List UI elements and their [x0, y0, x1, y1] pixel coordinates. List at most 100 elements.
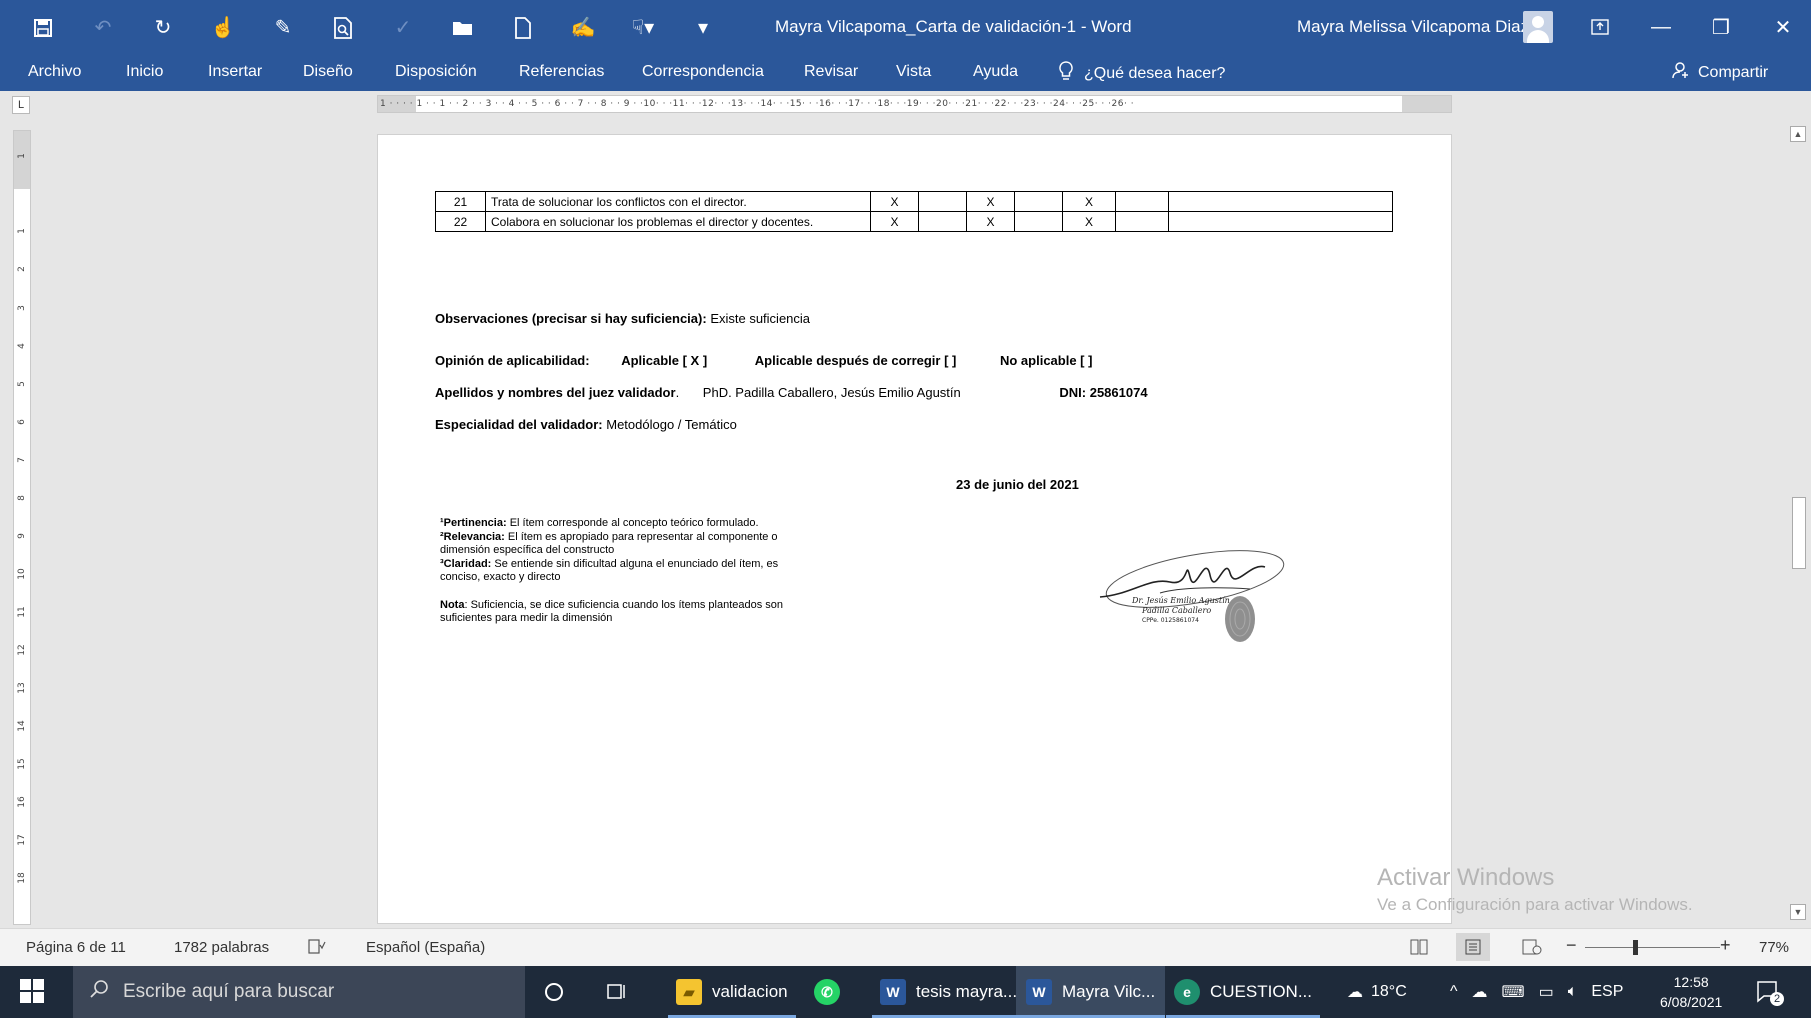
observaciones-line: Observaciones (precisar si hay suficienc… — [435, 311, 810, 326]
tab-insertar[interactable]: Insertar — [208, 63, 262, 81]
tab-disposicion[interactable]: Disposición — [395, 63, 477, 81]
language-status[interactable]: Español (España) — [366, 939, 485, 956]
whatsapp-icon[interactable]: ✆ — [814, 966, 840, 1018]
tell-me-search[interactable]: ¿Qué desea hacer? — [1058, 61, 1225, 86]
tab-inicio[interactable]: Inicio — [126, 63, 163, 81]
tab-referencias[interactable]: Referencias — [519, 63, 604, 81]
table-cell — [1014, 191, 1063, 212]
system-tray: ^ ☁ ⌨ ▭ 🔈︎ ESP — [1450, 966, 1623, 1018]
vruler-mark: 12 — [17, 644, 27, 656]
tab-vista[interactable]: Vista — [896, 63, 931, 81]
task-view-icon[interactable] — [606, 966, 628, 1018]
cortana-icon[interactable] — [543, 966, 565, 1018]
table-cell — [918, 211, 967, 232]
word-count[interactable]: 1782 palabras — [174, 939, 269, 956]
weather-widget[interactable]: ☁ 18°C — [1347, 966, 1407, 1018]
vruler-mark: 13 — [17, 682, 27, 694]
edit-document-icon[interactable]: ✍ — [570, 15, 596, 41]
vertical-scrollbar[interactable]: ▲ ▼ — [1788, 124, 1808, 924]
document-title: Mayra Vilcapoma_Carta de validación-1 - … — [775, 17, 1132, 36]
table-cell: X — [1062, 191, 1116, 212]
vruler-mark: 18 — [17, 872, 27, 884]
volume-icon[interactable]: 🔈︎ — [1568, 983, 1578, 1001]
input-method-icon[interactable]: ⌨ — [1502, 982, 1525, 1002]
edge-icon: e — [1174, 979, 1200, 1005]
tab-revisar[interactable]: Revisar — [804, 63, 858, 81]
footnotes: ¹Pertinencia: El ítem corresponde al con… — [440, 517, 800, 626]
tab-selector[interactable]: L — [12, 96, 30, 114]
user-name[interactable]: Mayra Melissa Vilcapoma Diaz — [1297, 17, 1529, 37]
vruler-mark: 1 — [17, 228, 27, 234]
tab-correspondencia[interactable]: Correspondencia — [642, 63, 764, 81]
status-bar: Página 6 de 11 1782 palabras Español (Es… — [0, 928, 1811, 966]
document-date: 23 de junio del 2021 — [956, 477, 1079, 492]
taskbar-app-tesis[interactable]: W tesis mayra... — [872, 966, 1026, 1018]
spelling-icon[interactable]: ✓ — [390, 15, 416, 41]
title-bar: ↶ ↻ ☝ ✎ ✓ ✍ ☟▾ ▾ Mayra Vilcapoma_Carta d… — [0, 0, 1811, 55]
taskbar-app-validacion[interactable]: ▰ validacion — [668, 966, 796, 1018]
scroll-down-icon[interactable]: ▼ — [1790, 904, 1806, 920]
taskbar-app-mayra[interactable]: W Mayra Vilc... — [1016, 966, 1166, 1018]
especialidad-value: Metodólogo / Temático — [606, 417, 737, 432]
taskbar-app-cuestion[interactable]: e CUESTION... — [1166, 966, 1321, 1018]
touch-mode-icon[interactable]: ☝ — [210, 15, 236, 41]
footnote-definitions: ¹Pertinencia: El ítem corresponde al con… — [440, 517, 800, 585]
close-icon[interactable]: ✕ — [1763, 10, 1803, 44]
claridad-label: ³Claridad: — [440, 557, 492, 570]
print-preview-icon[interactable] — [330, 15, 356, 41]
dni-value: DNI: 25861074 — [1059, 385, 1148, 400]
relevancia-label: ²Relevancia: — [440, 530, 505, 543]
zoom-level[interactable]: 77% — [1759, 939, 1789, 956]
zoom-slider-thumb[interactable] — [1633, 940, 1638, 955]
read-mode-icon[interactable] — [1410, 939, 1428, 959]
vertical-ruler[interactable]: 1 1 2 3 4 5 6 7 8 9 10 11 12 13 14 15 16… — [13, 130, 31, 925]
ribbon-display-options-icon[interactable] — [1580, 10, 1620, 44]
especialidad-line: Especialidad del validador: Metodólogo /… — [435, 417, 737, 432]
nota-label: Nota — [440, 598, 465, 611]
scroll-up-icon[interactable]: ▲ — [1790, 126, 1806, 142]
horizontal-ruler[interactable]: 1 · · · · 1 · · 1 · · 2 · · 3 · · 4 · · … — [377, 95, 1452, 113]
tab-archivo[interactable]: Archivo — [28, 63, 81, 81]
share-button[interactable]: Compartir — [1672, 61, 1768, 84]
open-icon[interactable] — [450, 15, 476, 41]
minimize-icon[interactable]: — — [1641, 10, 1681, 44]
input-language[interactable]: ESP — [1591, 983, 1623, 1001]
pertinencia-label: ¹Pertinencia: — [440, 517, 507, 529]
scroll-thumb[interactable] — [1792, 497, 1806, 569]
user-avatar[interactable] — [1523, 11, 1553, 43]
action-center-icon[interactable]: 2 — [1756, 966, 1784, 1018]
table-cell: X — [1062, 211, 1116, 232]
undo-icon[interactable]: ↶ — [90, 15, 116, 41]
clock-date: 6/08/2021 — [1660, 994, 1723, 1010]
no-aplicable-option: No aplicable [ ] — [999, 353, 1093, 368]
page-count[interactable]: Página 6 de 11 — [26, 939, 126, 956]
print-layout-icon[interactable] — [1456, 933, 1490, 961]
vruler-mark: 7 — [17, 457, 27, 463]
restore-icon[interactable]: ❐ — [1701, 10, 1741, 44]
aplicable-option: Aplicable [ X ] — [621, 353, 708, 368]
clock[interactable]: 12:58 6/08/2021 — [1660, 966, 1722, 1018]
paint-format-icon[interactable]: ✎ — [270, 15, 296, 41]
zoom-in-icon[interactable]: + — [1720, 935, 1731, 956]
show-hidden-icons-icon[interactable]: ^ — [1450, 983, 1458, 1001]
vruler-mark: 15 — [17, 758, 27, 770]
network-icon[interactable]: ▭ — [1539, 982, 1554, 1002]
windows-start-icon[interactable] — [20, 979, 44, 1003]
tab-ayuda[interactable]: Ayuda — [973, 63, 1018, 81]
tab-diseno[interactable]: Diseño — [303, 63, 353, 81]
zoom-out-icon[interactable]: − — [1566, 935, 1577, 956]
web-layout-icon[interactable] — [1522, 939, 1542, 959]
taskbar-search[interactable]: Escribe aquí para buscar — [73, 966, 525, 1018]
redo-icon[interactable]: ↻ — [150, 15, 176, 41]
onedrive-icon[interactable]: ☁ — [1472, 982, 1488, 1002]
customize-qat-icon[interactable]: ▾ — [690, 15, 716, 41]
taskbar-app-label: validacion — [712, 982, 788, 1001]
touch-pointer-icon[interactable]: ☟▾ — [630, 15, 656, 41]
new-document-icon[interactable] — [510, 15, 536, 41]
juez-label: Apellidos y nombres del juez validador — [435, 385, 676, 400]
save-icon[interactable] — [30, 15, 56, 41]
proofing-icon[interactable] — [308, 939, 326, 959]
zoom-slider[interactable] — [1585, 947, 1720, 948]
document-page[interactable]: 21 Trata de solucionar los conflictos co… — [377, 134, 1452, 924]
table-cell: X — [870, 191, 919, 212]
